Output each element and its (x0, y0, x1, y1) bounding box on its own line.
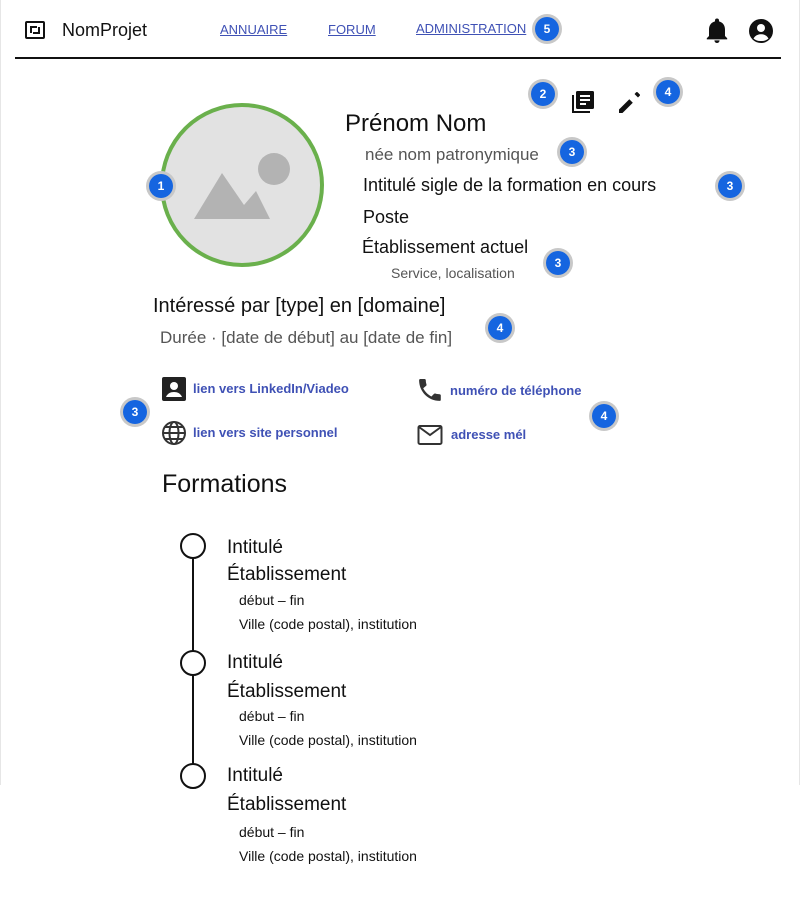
timeline-dot (180, 650, 206, 676)
account-circle-icon[interactable] (748, 18, 774, 44)
poste: Poste (363, 207, 410, 227)
annotation-badge: 5 (535, 17, 559, 41)
annotation-badge: 4 (488, 316, 512, 340)
formation-place: Ville (code postal), institution (239, 616, 417, 632)
annotation-badge: 3 (560, 140, 584, 164)
timeline-dot (180, 763, 206, 789)
formation-title: Intitulé (227, 652, 283, 673)
nav-link-administration[interactable]: ADMINISTRATION (416, 21, 526, 36)
phone-icon (417, 377, 443, 403)
service-location: Service, localisation (391, 265, 515, 281)
formation-dates: début – fin (239, 824, 305, 840)
nav-link-annuaire[interactable]: ANNUAIRE (220, 22, 287, 37)
email-link[interactable]: adresse mél (451, 427, 526, 442)
logo-icon[interactable] (25, 21, 45, 39)
formations-title: Formations (162, 470, 288, 498)
avatar[interactable] (160, 103, 324, 267)
globe-icon (161, 420, 187, 446)
current-etablissement: Établissement actuel (362, 237, 529, 257)
formation-etablissement: Établissement (227, 564, 347, 585)
timeline-dot (180, 533, 206, 559)
formation-title: Intitulé (227, 765, 283, 786)
library-books-icon[interactable] (570, 89, 596, 115)
formation-etablissement: Établissement (227, 681, 347, 702)
website-link[interactable]: lien vers site personnel (193, 425, 338, 440)
annotation-badge: 2 (531, 82, 555, 106)
formation-dates: début – fin (239, 708, 305, 724)
bell-icon[interactable] (705, 18, 729, 44)
formation-dates: début – fin (239, 592, 305, 608)
annotation-badge: 1 (149, 174, 173, 198)
phone-link[interactable]: numéro de téléphone (450, 383, 581, 398)
annotation-badge: 3 (718, 174, 742, 198)
profile-name: Prénom Nom (345, 110, 487, 137)
app-title[interactable]: NomProjet (62, 20, 147, 41)
annotation-badge: 4 (592, 404, 616, 428)
linkedin-link[interactable]: lien vers LinkedIn/Viadeo (193, 381, 349, 396)
image-placeholder-icon (194, 153, 290, 219)
current-formation: Intitulé sigle de la formation en cours (363, 175, 657, 195)
header-divider (15, 57, 781, 59)
mail-icon (417, 424, 443, 446)
nav-link-forum[interactable]: FORUM (328, 22, 376, 37)
birth-name: née nom patronymique (365, 145, 539, 164)
formation-etablissement: Établissement (227, 794, 347, 815)
interest: Intéressé par [type] en [domaine] (153, 295, 446, 317)
account-box-icon (161, 376, 187, 402)
interest-duration: Durée · [date de début] au [date de fin] (160, 328, 453, 347)
formation-place: Ville (code postal), institution (239, 732, 417, 748)
frame-border-left (0, 0, 1, 785)
edit-icon[interactable] (616, 88, 644, 116)
annotation-badge: 4 (656, 80, 680, 104)
formation-title: Intitulé (227, 537, 283, 558)
annotation-badge: 3 (546, 251, 570, 275)
annotation-badge: 3 (123, 400, 147, 424)
formation-place: Ville (code postal), institution (239, 848, 417, 864)
